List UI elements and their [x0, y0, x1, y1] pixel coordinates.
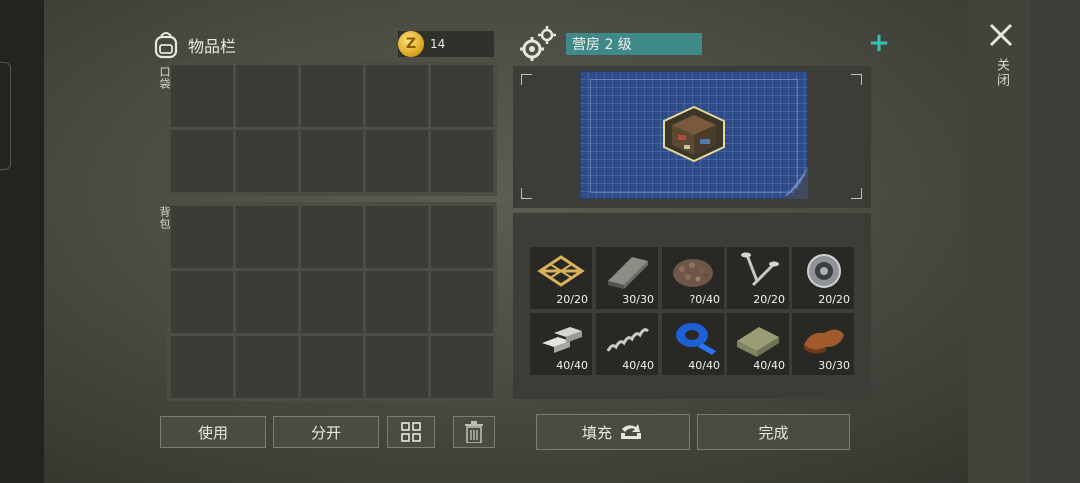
pocket-slot[interactable] — [301, 130, 363, 192]
pocket-slot[interactable] — [171, 65, 233, 127]
material-count: 30/30 — [818, 359, 850, 372]
tape-reel-icon — [807, 254, 841, 288]
edge-notch — [0, 62, 11, 170]
backpack-slot[interactable] — [236, 271, 298, 333]
fill-button[interactable]: 填充 — [536, 414, 690, 450]
metal-bar-icon — [608, 257, 648, 289]
split-button[interactable]: 分开 — [273, 416, 379, 448]
metal-ingots-icon — [542, 327, 582, 353]
cloth-icon — [737, 327, 779, 357]
fill-arrow-icon — [621, 424, 641, 439]
material-slot[interactable]: 40/40 — [727, 313, 789, 375]
blue-tape-icon — [676, 323, 716, 355]
pocket-slot[interactable] — [366, 130, 428, 192]
delete-button[interactable] — [453, 416, 495, 448]
material-count: 20/20 — [753, 293, 785, 306]
fill-label: 填充 — [581, 423, 612, 442]
pocket-slot[interactable] — [236, 130, 298, 192]
pocket-label: 口袋 — [158, 66, 171, 90]
pocket-slot[interactable] — [301, 65, 363, 127]
backpack-slot[interactable] — [301, 336, 363, 398]
leather-icon — [804, 329, 844, 354]
material-count: ?0/40 — [689, 293, 720, 306]
trash-icon — [465, 421, 483, 443]
frame-corner — [521, 188, 532, 199]
backpack-label: 背包 — [158, 206, 171, 230]
right-edge — [1030, 0, 1080, 483]
material-count: 40/40 — [622, 359, 654, 372]
pocket-slot[interactable] — [431, 65, 493, 127]
page-curl-icon — [782, 167, 808, 199]
dirt-pile-icon — [673, 259, 713, 287]
material-count: 40/40 — [688, 359, 720, 372]
material-slot[interactable]: 20/20 — [727, 247, 789, 309]
frame-corner — [521, 74, 532, 85]
material-count: 30/30 — [622, 293, 654, 306]
material-count: 40/40 — [753, 359, 785, 372]
backpack-icon — [154, 32, 178, 59]
use-button[interactable]: 使用 — [160, 416, 266, 448]
frame-corner — [851, 188, 862, 199]
blueprint-paper — [580, 71, 808, 199]
add-coins-button[interactable]: + — [868, 30, 890, 57]
material-count: 20/20 — [556, 293, 588, 306]
nails-icon — [741, 252, 779, 287]
frame-corner — [851, 74, 862, 85]
backpack-slot[interactable] — [431, 206, 493, 268]
backpack-slot[interactable] — [366, 336, 428, 398]
backpack-slot[interactable] — [301, 206, 363, 268]
backpack-slot[interactable] — [236, 336, 298, 398]
backpack-grid — [171, 206, 493, 398]
close-icon[interactable] — [988, 22, 1014, 48]
material-count: 40/40 — [556, 359, 588, 372]
pocket-grid — [171, 65, 493, 192]
spring-icon — [606, 328, 650, 352]
coin-balance: Z 14 + — [398, 30, 890, 57]
inventory-title: 物品栏 — [188, 37, 237, 56]
backpack-slot[interactable] — [301, 271, 363, 333]
pocket-slot[interactable] — [366, 65, 428, 127]
inventory-header: 物品栏 — [152, 28, 236, 62]
pocket-slot[interactable] — [236, 65, 298, 127]
backpack-slot[interactable] — [171, 271, 233, 333]
backpack-slot[interactable] — [171, 336, 233, 398]
coin-symbol: Z — [405, 36, 417, 52]
sort-button[interactable] — [387, 416, 435, 448]
material-slot[interactable]: 40/40 — [662, 313, 724, 375]
backpack-slot[interactable] — [236, 206, 298, 268]
pocket-slot[interactable] — [431, 130, 493, 192]
building-name: 营房 2 级 — [566, 33, 702, 55]
material-slot[interactable]: 30/30 — [596, 247, 658, 309]
complete-button[interactable]: 完成 — [697, 414, 850, 450]
material-slot[interactable]: ?0/40 — [662, 247, 724, 309]
backpack-slot[interactable] — [366, 271, 428, 333]
coin-count: 14 — [430, 37, 446, 51]
grid-sort-icon — [401, 422, 421, 442]
close-label[interactable]: 关闭 — [992, 58, 1011, 88]
backpack-slot[interactable] — [366, 206, 428, 268]
material-slot[interactable]: 40/40 — [596, 313, 658, 375]
backpack-slot[interactable] — [171, 206, 233, 268]
backpack-slot[interactable] — [431, 271, 493, 333]
backpack-slot[interactable] — [431, 336, 493, 398]
building-header: 营房 2 级 — [520, 24, 702, 64]
coin-icon: Z — [398, 31, 424, 57]
material-slot[interactable]: 40/40 — [530, 313, 592, 375]
material-count: 20/20 — [818, 293, 850, 306]
barracks-model-icon — [663, 105, 725, 163]
material-slot[interactable]: 20/20 — [792, 247, 854, 309]
gears-icon — [520, 26, 556, 61]
material-slot[interactable]: 20/20 — [530, 247, 592, 309]
pocket-slot[interactable] — [171, 130, 233, 192]
wood-frame-icon — [537, 255, 585, 287]
material-slot[interactable]: 30/30 — [792, 313, 854, 375]
